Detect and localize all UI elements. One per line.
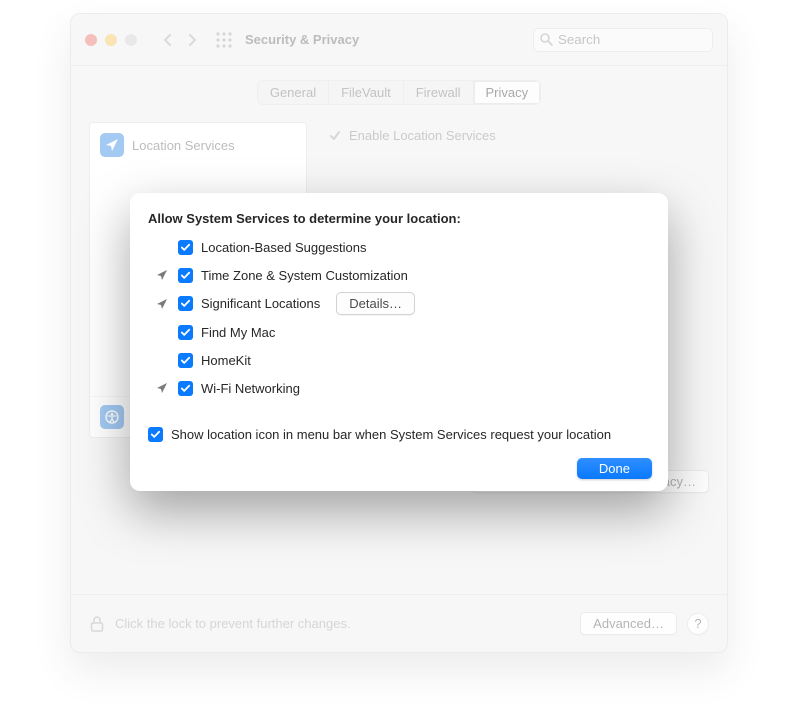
checkbox[interactable] xyxy=(178,240,193,255)
show-menubar-icon-label: Show location icon in menu bar when Syst… xyxy=(171,427,611,442)
option-label: Location-Based Suggestions xyxy=(201,240,367,255)
checkbox[interactable] xyxy=(148,427,163,442)
option-label: Time Zone & System Customization xyxy=(201,268,408,283)
location-arrow-icon xyxy=(154,269,170,281)
done-button[interactable]: Done xyxy=(577,458,652,479)
option-homekit: HomeKit xyxy=(154,349,650,371)
option-label: HomeKit xyxy=(201,353,251,368)
sheet-footer: Done xyxy=(577,458,652,479)
options-list: Location-Based Suggestions Time Zone & S… xyxy=(154,236,650,399)
details-button[interactable]: Details… xyxy=(336,292,415,315)
location-arrow-icon xyxy=(154,298,170,310)
checkbox[interactable] xyxy=(178,296,193,311)
option-location-based-suggestions: Location-Based Suggestions xyxy=(154,236,650,258)
checkbox[interactable] xyxy=(178,325,193,340)
option-wifi-networking: Wi-Fi Networking xyxy=(154,377,650,399)
checkbox[interactable] xyxy=(178,268,193,283)
location-arrow-icon xyxy=(154,382,170,394)
checkbox[interactable] xyxy=(178,381,193,396)
option-label: Wi-Fi Networking xyxy=(201,381,300,396)
option-significant-locations: Significant Locations Details… xyxy=(154,292,650,315)
option-label: Significant Locations xyxy=(201,296,320,311)
show-menubar-icon-row: Show location icon in menu bar when Syst… xyxy=(148,427,650,442)
sheet-heading: Allow System Services to determine your … xyxy=(148,211,650,226)
option-label: Find My Mac xyxy=(201,325,275,340)
checkbox[interactable] xyxy=(178,353,193,368)
system-services-sheet: Allow System Services to determine your … xyxy=(130,193,668,491)
option-time-zone: Time Zone & System Customization xyxy=(154,264,650,286)
option-find-my-mac: Find My Mac xyxy=(154,321,650,343)
